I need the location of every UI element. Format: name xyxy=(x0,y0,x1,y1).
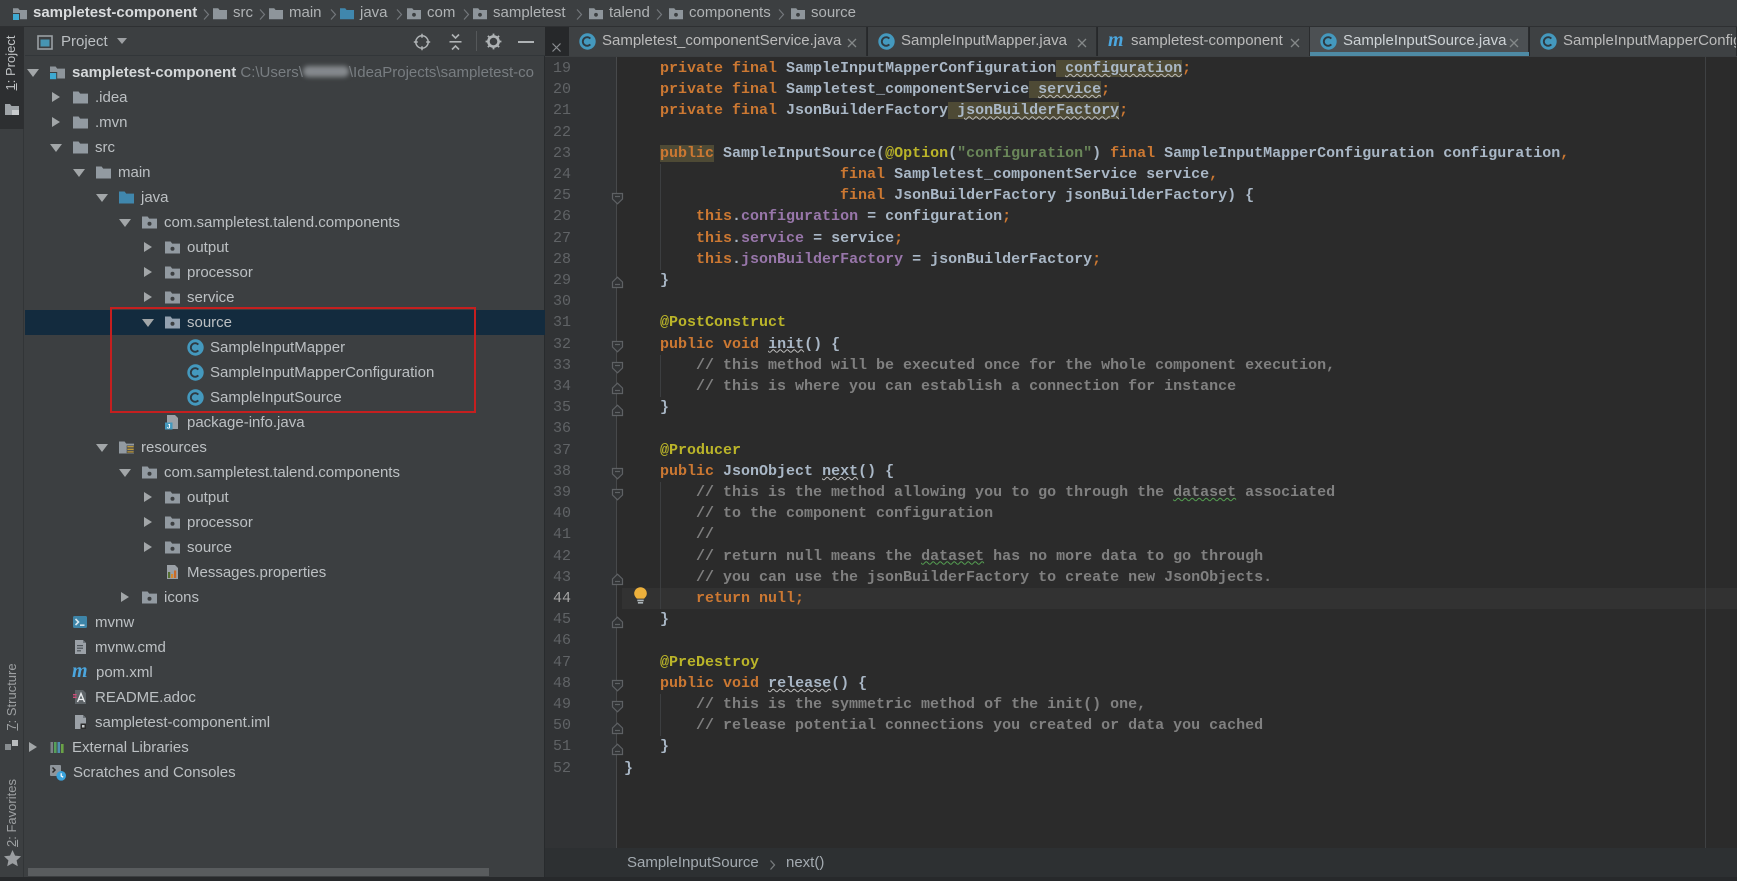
svg-text:J: J xyxy=(167,423,171,430)
